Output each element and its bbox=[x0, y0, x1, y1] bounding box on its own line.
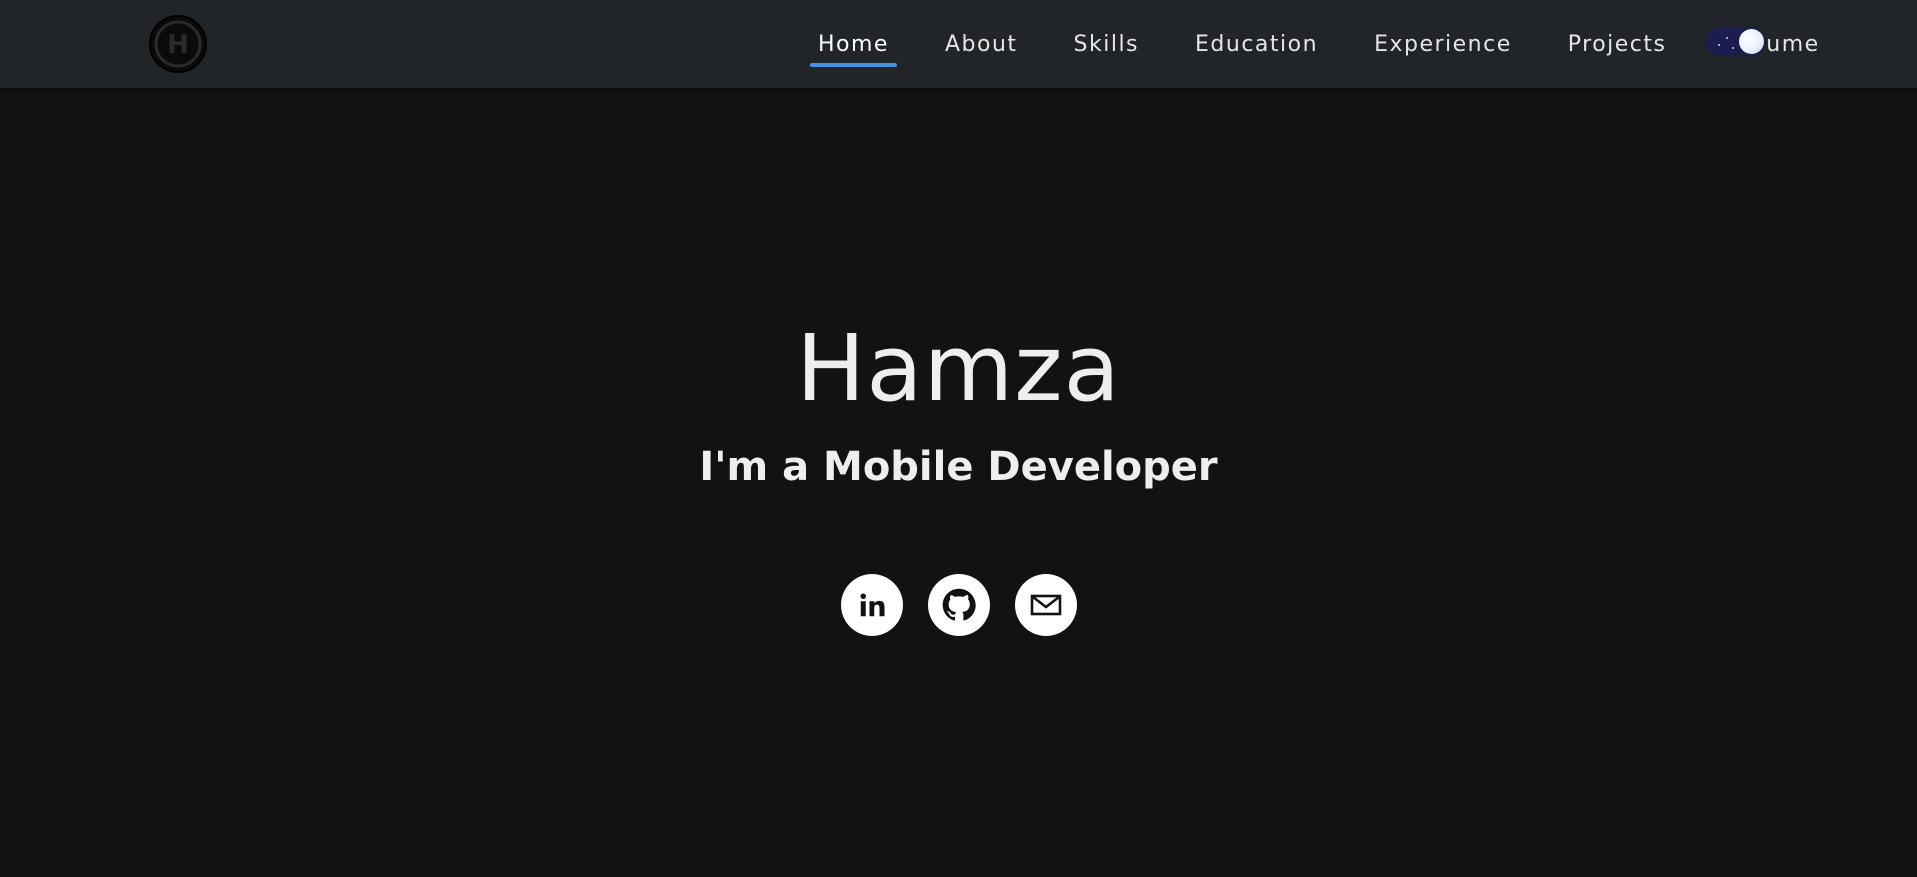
navbar: H Home About Skills Education Experience… bbox=[0, 0, 1917, 88]
nav-link-projects[interactable]: Projects bbox=[1560, 28, 1675, 61]
linkedin-button[interactable] bbox=[840, 574, 903, 636]
nav-link-home[interactable]: Home bbox=[810, 28, 897, 67]
mail-icon bbox=[1030, 593, 1062, 617]
github-icon bbox=[942, 588, 976, 622]
svg-text:H: H bbox=[167, 30, 189, 60]
star-icon bbox=[1726, 37, 1728, 39]
nav-links: Home About Skills Education Experience P… bbox=[790, 0, 1848, 88]
star-icon bbox=[1718, 44, 1720, 46]
logo-h-icon[interactable]: H bbox=[146, 15, 210, 73]
linkedin-icon bbox=[857, 590, 887, 620]
nav-link-skills[interactable]: Skills bbox=[1066, 28, 1148, 61]
hero-name: Hamza bbox=[796, 315, 1121, 422]
moon-icon bbox=[1739, 29, 1764, 54]
theme-toggle[interactable] bbox=[1706, 27, 1766, 56]
nav-link-education[interactable]: Education bbox=[1187, 28, 1326, 61]
social-links bbox=[0, 574, 1917, 636]
star-icon bbox=[1732, 47, 1734, 49]
hero-section: Hamza I'm a Mobile Developer bbox=[0, 88, 1917, 877]
mail-button[interactable] bbox=[1014, 574, 1077, 636]
github-button[interactable] bbox=[927, 574, 990, 636]
nav-link-about[interactable]: About bbox=[937, 28, 1026, 61]
hero-subtitle: I'm a Mobile Developer bbox=[699, 444, 1218, 490]
nav-link-experience[interactable]: Experience bbox=[1366, 28, 1520, 61]
